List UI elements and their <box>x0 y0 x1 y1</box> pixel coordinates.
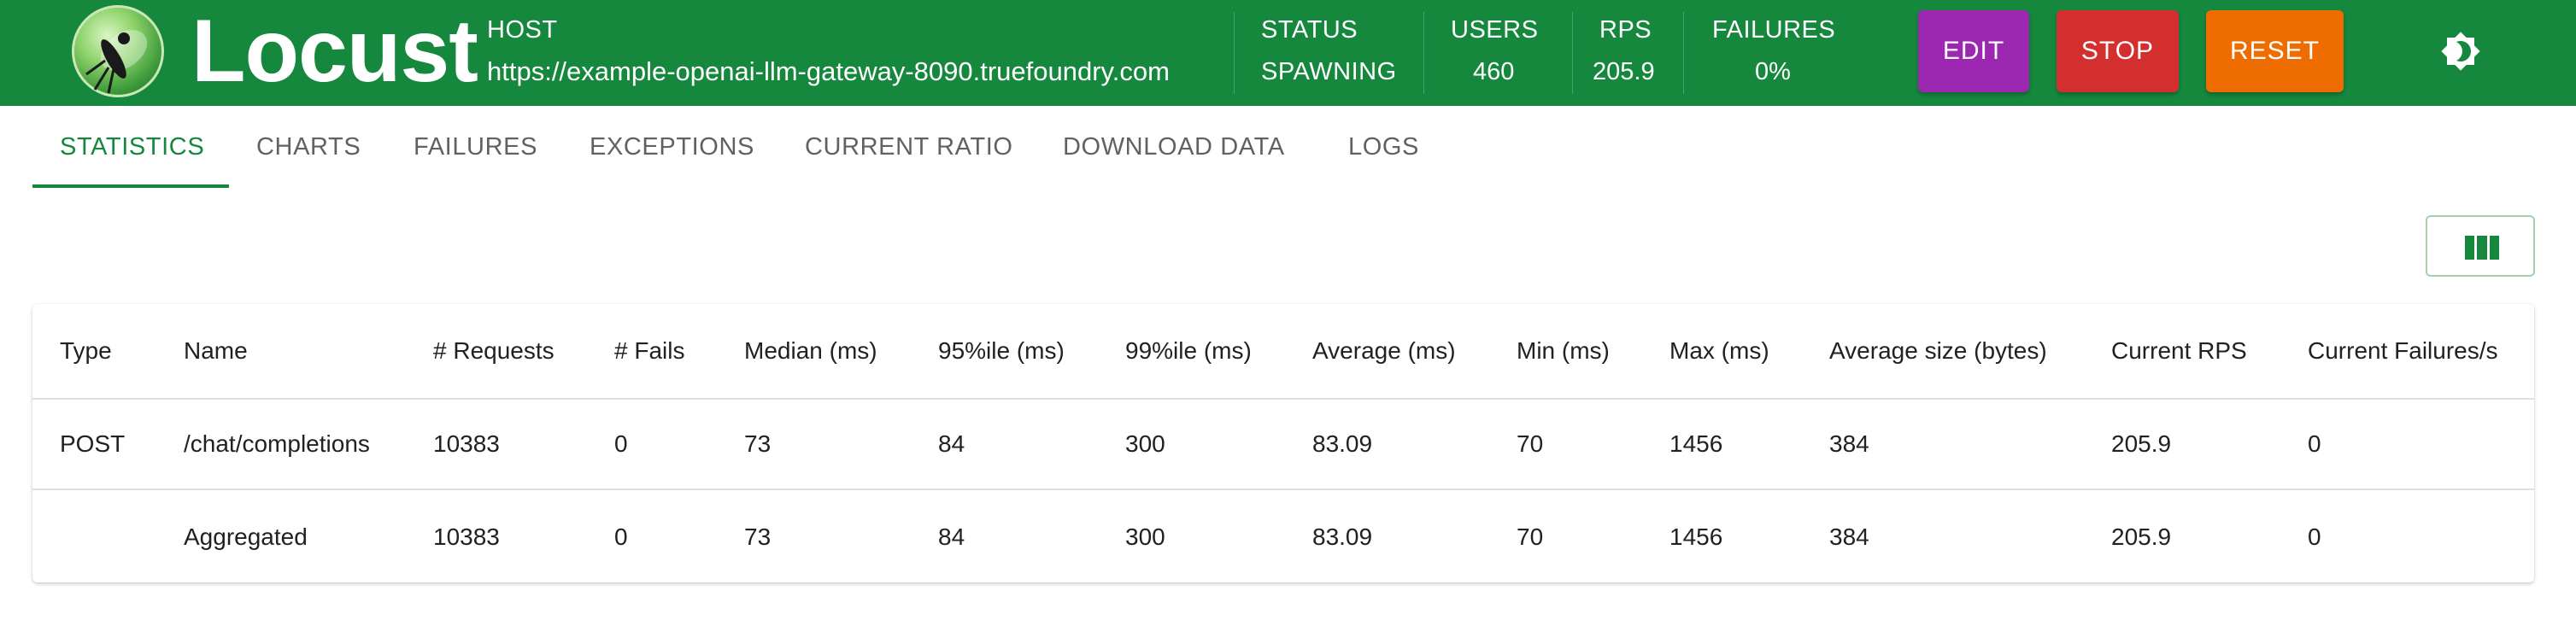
column-header[interactable]: Name <box>184 304 248 398</box>
host-value: https://example-openai-llm-gateway-8090.… <box>487 56 1170 86</box>
column-header[interactable]: 95%ile (ms) <box>938 304 1065 398</box>
cell-fails: 0 <box>614 523 628 550</box>
cell-p95: 84 <box>938 523 965 550</box>
cell-median: 73 <box>744 430 772 457</box>
users-value: 460 <box>1473 58 1515 85</box>
cell-min: 70 <box>1517 430 1544 457</box>
divider <box>1423 12 1424 94</box>
tab-logs[interactable]: LOGS <box>1348 106 1419 188</box>
cell-current-rps: 205.9 <box>2111 523 2172 550</box>
tab-download-data[interactable]: DOWNLOAD DATA <box>1063 106 1285 188</box>
users-label: USERS <box>1451 16 1539 44</box>
host-label: HOST <box>487 16 558 44</box>
status-value: SPAWNING <box>1261 58 1397 85</box>
divider <box>1234 12 1235 94</box>
cell-current-failures: 0 <box>2308 523 2321 550</box>
cell-p95: 84 <box>938 430 965 457</box>
cell-name: Aggregated <box>184 523 308 550</box>
status-label: STATUS <box>1261 16 1358 44</box>
cell-avg-size: 384 <box>1829 523 1869 550</box>
cell-average: 83.09 <box>1312 430 1373 457</box>
table-header-row: Type Name # Requests # Fails Median (ms)… <box>32 304 2534 400</box>
tab-failures[interactable]: FAILURES <box>414 106 537 188</box>
cell-current-rps: 205.9 <box>2111 430 2172 457</box>
cell-average: 83.09 <box>1312 523 1373 550</box>
cell-p99: 300 <box>1125 430 1165 457</box>
column-header[interactable]: # Requests <box>433 304 555 398</box>
cell-fails: 0 <box>614 430 628 457</box>
tab-statistics[interactable]: STATISTICS <box>60 106 204 188</box>
cell-current-failures: 0 <box>2308 430 2321 457</box>
tab-current-ratio[interactable]: CURRENT RATIO <box>805 106 1013 188</box>
column-header[interactable]: Current RPS <box>2111 304 2247 398</box>
column-header[interactable]: Current Failures/s <box>2308 304 2498 398</box>
view-columns-button[interactable] <box>2426 215 2535 277</box>
column-header[interactable]: Max (ms) <box>1669 304 1769 398</box>
cell-avg-size: 384 <box>1829 430 1869 457</box>
cell-type: POST <box>60 430 126 457</box>
cell-requests: 10383 <box>433 523 500 550</box>
cell-max: 1456 <box>1669 523 1723 550</box>
column-header[interactable]: Average (ms) <box>1312 304 1456 398</box>
column-header[interactable]: Min (ms) <box>1517 304 1610 398</box>
failures-value: 0% <box>1755 58 1791 85</box>
tab-charts[interactable]: CHARTS <box>256 106 361 188</box>
cell-min: 70 <box>1517 523 1544 550</box>
column-header[interactable]: Average size (bytes) <box>1829 304 2047 398</box>
top-app-bar: Locust HOST https://example-openai-llm-g… <box>0 0 2576 106</box>
column-header[interactable]: # Fails <box>614 304 684 398</box>
statistics-table: Type Name # Requests # Fails Median (ms)… <box>32 304 2534 582</box>
failures-label: FAILURES <box>1712 16 1836 44</box>
rps-label: RPS <box>1599 16 1652 44</box>
view-columns-icon <box>2465 236 2499 260</box>
stop-button[interactable]: STOP <box>2057 10 2179 92</box>
edit-button[interactable]: EDIT <box>1918 10 2029 92</box>
column-header[interactable]: Median (ms) <box>744 304 877 398</box>
table-row: POST /chat/completions 10383 0 73 84 300… <box>32 400 2534 490</box>
table-row-aggregated: Aggregated 10383 0 73 84 300 83.09 70 14… <box>32 492 2534 582</box>
rps-value: 205.9 <box>1593 58 1655 85</box>
locust-logo-icon <box>72 5 164 97</box>
divider <box>1683 12 1684 94</box>
cell-median: 73 <box>744 523 772 550</box>
cell-p99: 300 <box>1125 523 1165 550</box>
brightness-icon[interactable] <box>2440 31 2481 72</box>
tab-exceptions[interactable]: EXCEPTIONS <box>590 106 754 188</box>
cell-max: 1456 <box>1669 430 1723 457</box>
cell-name: /chat/completions <box>184 430 370 457</box>
app-title: Locust <box>191 2 478 101</box>
cell-requests: 10383 <box>433 430 500 457</box>
reset-button[interactable]: RESET <box>2206 10 2344 92</box>
column-header[interactable]: 99%ile (ms) <box>1125 304 1252 398</box>
divider <box>1572 12 1573 94</box>
active-tab-indicator <box>32 184 229 188</box>
column-header[interactable]: Type <box>60 304 112 398</box>
